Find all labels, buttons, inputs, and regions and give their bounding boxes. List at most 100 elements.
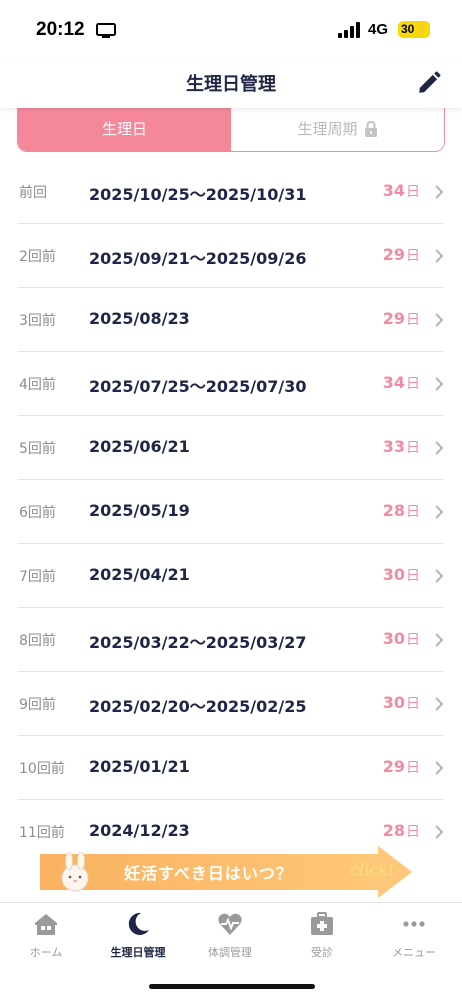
row-date: 2025/08/23 <box>89 309 190 328</box>
tab-menu-label: メニュー <box>392 946 436 959</box>
status-time: 20:12 <box>36 19 85 40</box>
page-title: 生理日管理 <box>186 74 276 95</box>
row-label: 9回前 <box>19 697 56 713</box>
chevron-right-icon <box>435 761 444 775</box>
row-cycle-days: 28日 <box>383 501 420 521</box>
days-value: 30 <box>382 693 405 712</box>
days-unit: 日 <box>406 760 420 776</box>
chevron-right-icon <box>435 569 444 583</box>
signal-icon <box>338 22 360 38</box>
heart-pulse-icon <box>218 913 242 935</box>
pencil-icon[interactable] <box>416 70 442 96</box>
row-cycle-days: 29日 <box>383 309 420 329</box>
screen-mirroring-icon <box>96 23 116 38</box>
tab-period-days[interactable]: 生理日 <box>18 106 231 151</box>
battery-level: 30 <box>401 22 415 36</box>
row-label: 3回前 <box>19 313 56 329</box>
row-cycle-days: 28日 <box>383 821 420 841</box>
days-unit: 日 <box>406 632 420 648</box>
banner-click-text: click! <box>350 860 395 879</box>
row-cycle-days: 34日 <box>383 181 420 201</box>
tab-home-label: ホーム <box>29 946 63 959</box>
row-label: 8回前 <box>19 633 56 649</box>
tab-period-management[interactable]: 生理日管理 <box>92 911 184 967</box>
days-unit: 日 <box>406 824 420 840</box>
row-cycle-days: 30日 <box>383 693 420 713</box>
tab-consultation-label: 受診 <box>311 946 333 959</box>
history-row[interactable]: 3回前 2025/08/23 29日 <box>0 288 462 352</box>
history-row[interactable]: 2回前 2025/09/21～2025/09/26 29日 <box>0 224 462 288</box>
row-date: 2025/04/21 <box>89 565 190 584</box>
history-row[interactable]: 7回前 2025/04/21 30日 <box>0 544 462 608</box>
chevron-right-icon <box>435 633 444 647</box>
tab-period-cycle-label: 生理周期 <box>297 120 358 138</box>
tab-period-days-label: 生理日 <box>101 120 147 138</box>
history-row[interactable]: 5回前 2025/06/21 33日 <box>0 416 462 480</box>
row-date: 2025/10/25～2025/10/31 <box>89 185 307 204</box>
row-date: 2025/06/21 <box>89 437 190 456</box>
navigation-bar: 生理日管理 <box>0 58 462 108</box>
more-icon <box>403 921 425 927</box>
row-cycle-days: 33日 <box>383 437 420 457</box>
days-value: 34 <box>382 373 405 392</box>
row-date: 2025/07/25～2025/07/30 <box>89 377 307 396</box>
tab-menu[interactable]: メニュー <box>368 911 460 967</box>
fertility-banner[interactable]: 妊活すべき日はいつ？ click! <box>40 846 412 898</box>
days-value: 30 <box>382 629 405 648</box>
tab-consultation[interactable]: 受診 <box>276 911 368 967</box>
chevron-right-icon <box>435 377 444 391</box>
row-label: 4回前 <box>19 377 56 393</box>
medical-kit-icon <box>311 912 333 935</box>
status-bar: 20:12 4G 30 ⚡ <box>0 0 462 58</box>
days-unit: 日 <box>406 312 420 328</box>
row-date: 2025/02/20～2025/02/25 <box>89 697 307 716</box>
days-unit: 日 <box>406 440 420 456</box>
days-unit: 日 <box>406 248 420 264</box>
days-value: 29 <box>382 245 405 264</box>
battery-indicator: 30 ⚡ <box>398 21 430 38</box>
history-row[interactable]: 8回前 2025/03/22～2025/03/27 30日 <box>0 608 462 672</box>
segmented-control: 生理日 生理周期 <box>17 106 445 152</box>
row-cycle-days: 30日 <box>383 565 420 585</box>
history-row[interactable]: 4回前 2025/07/25～2025/07/30 34日 <box>0 352 462 416</box>
tab-condition-label: 体調管理 <box>208 946 252 959</box>
history-row[interactable]: 6回前 2025/05/19 28日 <box>0 480 462 544</box>
days-unit: 日 <box>406 376 420 392</box>
row-label: 前回 <box>19 185 47 201</box>
tab-period-cycle[interactable]: 生理周期 <box>231 106 444 151</box>
days-value: 29 <box>382 757 405 776</box>
row-label: 7回前 <box>19 569 56 585</box>
row-cycle-days: 29日 <box>383 245 420 265</box>
days-unit: 日 <box>406 696 420 712</box>
days-value: 28 <box>382 821 405 840</box>
row-date: 2025/01/21 <box>89 757 190 776</box>
moon-icon <box>128 912 149 935</box>
row-label: 6回前 <box>19 505 56 521</box>
days-value: 29 <box>382 309 405 328</box>
chevron-right-icon <box>435 249 444 263</box>
row-date: 2024/12/23 <box>89 821 190 840</box>
row-date: 2025/03/22～2025/03/27 <box>89 633 307 652</box>
tab-condition[interactable]: 体調管理 <box>184 911 276 967</box>
chevron-right-icon <box>435 313 444 327</box>
days-value: 30 <box>382 565 405 584</box>
days-unit: 日 <box>406 568 420 584</box>
row-cycle-days: 29日 <box>383 757 420 777</box>
charging-icon: ⚡ <box>414 23 428 35</box>
history-row[interactable]: 前回 2025/10/25～2025/10/31 34日 <box>0 160 462 224</box>
row-label: 2回前 <box>19 249 56 265</box>
chevron-right-icon <box>435 505 444 519</box>
chevron-right-icon <box>435 185 444 199</box>
banner-text: 妊活すべき日はいつ？ <box>124 864 293 883</box>
history-row[interactable]: 9回前 2025/02/20～2025/02/25 30日 <box>0 672 462 736</box>
rabbit-mascot-icon <box>61 852 89 892</box>
tab-home[interactable]: ホーム <box>0 911 92 967</box>
lock-icon <box>364 120 377 137</box>
days-unit: 日 <box>406 184 420 200</box>
row-date: 2025/09/21～2025/09/26 <box>89 249 307 268</box>
row-label: 11回前 <box>19 825 65 841</box>
chevron-right-icon <box>435 697 444 711</box>
history-row[interactable]: 10回前 2025/01/21 29日 <box>0 736 462 800</box>
tab-period-management-label: 生理日管理 <box>110 946 166 959</box>
row-date: 2025/05/19 <box>89 501 190 520</box>
